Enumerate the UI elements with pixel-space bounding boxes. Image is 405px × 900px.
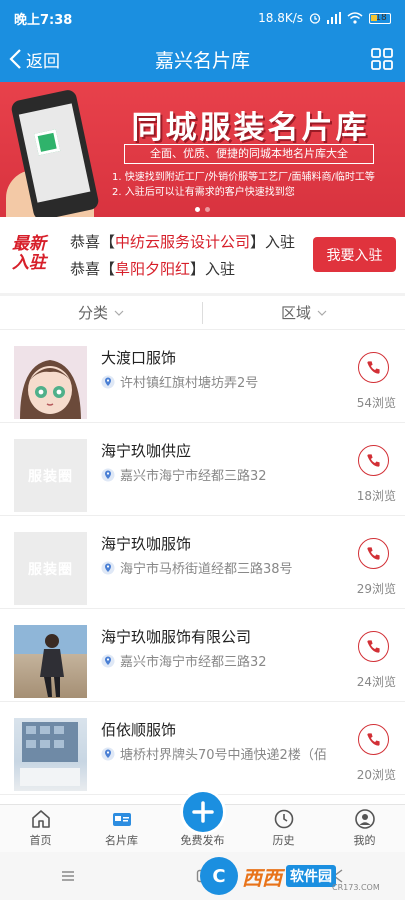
category-filter[interactable]: 分类	[0, 302, 202, 323]
watermark-logo: C 西西 软件园 CR173.COM	[200, 856, 390, 896]
carousel-dot-active	[195, 207, 200, 212]
chevron-left-icon	[9, 49, 21, 69]
call-button[interactable]	[358, 445, 389, 476]
status-indicators: 18.8K/s 18	[258, 11, 391, 25]
placeholder-logo: 服装圈	[28, 468, 73, 485]
tab-history[interactable]: 历史	[243, 805, 324, 852]
list-item[interactable]: 佰依顺服饰 塘桥村界牌头70号中通快递2楼（佰 20浏览	[0, 702, 405, 795]
battery-icon	[369, 12, 391, 24]
shop-name: 大渡口服饰	[101, 349, 177, 367]
shop-name: 佰依顺服饰	[101, 721, 177, 739]
shop-address: 许村镇红旗村塘坊弄2号	[101, 372, 346, 391]
call-button[interactable]	[358, 538, 389, 569]
tab-home[interactable]: 首页	[0, 805, 81, 852]
shop-name: 海宁玖咖服饰	[101, 535, 192, 553]
signal-icon	[327, 12, 341, 24]
banner-line-1: 1. 快速找到附近工厂/外销价服等工艺厂/面辅料商/临时工等	[112, 172, 375, 183]
tab-free-publish[interactable]: 免费发布	[162, 789, 243, 852]
watermark-url: CR173.COM	[332, 883, 380, 892]
person-photo	[40, 634, 64, 697]
location-pin-icon	[101, 654, 115, 667]
view-count: 18浏览	[356, 489, 396, 503]
publish-button[interactable]	[179, 789, 226, 835]
shop-thumbnail	[14, 718, 87, 791]
banner-title: 同城服装名片库	[131, 110, 370, 146]
view-count: 54浏览	[356, 396, 396, 410]
back-label: 返回	[26, 51, 60, 72]
watermark-badge: C	[200, 857, 238, 895]
carousel-dot	[205, 207, 210, 212]
card-icon	[112, 813, 131, 826]
location-pin-icon	[101, 375, 115, 388]
shop-thumbnail	[14, 346, 87, 419]
view-count: 29浏览	[356, 582, 396, 596]
tab-profile[interactable]: 我的	[324, 805, 405, 852]
shop-thumbnail-placeholder: 服装圈	[14, 439, 87, 512]
building-photo	[20, 722, 80, 786]
location-pin-icon	[101, 561, 115, 574]
call-button[interactable]	[358, 724, 389, 755]
list-item[interactable]: 服装圈 海宁玖咖供应 嘉兴市海宁市经都三路32 18浏览	[0, 423, 405, 516]
status-bar: 晚上7:38 18.8K/s 18	[0, 0, 405, 36]
call-button[interactable]	[358, 631, 389, 662]
news-item[interactable]: 恭喜【中纺云服务设计公司】入驻	[70, 231, 295, 252]
network-speed: 18.8K/s	[258, 11, 303, 25]
news-company: 中纺云服务设计公司	[115, 233, 251, 251]
phone-icon	[367, 733, 380, 746]
home-icon	[31, 810, 50, 828]
phone-icon	[367, 547, 380, 560]
watermark-tag: 软件园	[286, 865, 336, 887]
wifi-icon	[347, 12, 363, 24]
phone-icon	[367, 361, 380, 374]
user-icon	[354, 809, 375, 829]
shop-address: 嘉兴市海宁市经都三路32	[101, 465, 346, 484]
phone-icon	[367, 640, 380, 653]
news-item[interactable]: 恭喜【阜阳夕阳红】入驻	[70, 258, 235, 279]
filter-bar: 分类 区域	[0, 296, 405, 330]
promo-banner[interactable]: 同城服装名片库 全面、优质、便捷的同城本地名片库大全 1. 快速找到附近工厂/外…	[0, 82, 405, 217]
new-members-logo: 最新 入驻	[12, 234, 46, 273]
region-filter[interactable]: 区域	[203, 302, 405, 323]
shop-name: 海宁玖咖服饰有限公司	[101, 628, 252, 646]
shop-thumbnail-placeholder: 服装圈	[14, 532, 87, 605]
list-item[interactable]: 大渡口服饰 许村镇红旗村塘坊弄2号 54浏览	[0, 330, 405, 423]
placeholder-logo: 服装圈	[28, 561, 73, 578]
view-count: 20浏览	[356, 768, 396, 782]
shop-name: 海宁玖咖供应	[101, 442, 192, 460]
nav-bar: 返回 嘉兴名片库	[0, 36, 405, 82]
phone-icon	[367, 454, 380, 467]
alarm-icon	[309, 13, 321, 24]
join-button[interactable]: 我要入驻	[313, 237, 396, 272]
qr-code-icon	[34, 129, 61, 156]
grid-menu-icon[interactable]	[371, 48, 393, 70]
clock-icon	[274, 809, 293, 829]
banner-subtitle: 全面、优质、便捷的同城本地名片库大全	[124, 144, 374, 164]
plus-icon	[191, 801, 214, 823]
list-item[interactable]: 服装圈 海宁玖咖服饰 海宁市马桥街道经都三路38号 29浏览	[0, 516, 405, 609]
carousel-dots	[0, 207, 405, 212]
tab-card-library[interactable]: 名片库	[81, 805, 162, 852]
news-company: 阜阳夕阳红	[115, 260, 191, 278]
page-title: 嘉兴名片库	[154, 49, 250, 72]
view-count: 24浏览	[356, 675, 396, 689]
location-pin-icon	[101, 468, 115, 481]
shop-thumbnail	[14, 625, 87, 698]
back-button[interactable]: 返回	[8, 36, 60, 82]
avatar-illustration	[14, 346, 87, 419]
shop-address: 海宁市马桥街道经都三路38号	[101, 558, 346, 577]
chevron-down-icon	[317, 310, 327, 316]
chevron-down-icon	[114, 310, 124, 316]
shop-address: 塘桥村界牌头70号中通快递2楼（佰	[101, 744, 346, 763]
menu-icon[interactable]	[60, 868, 76, 884]
call-button[interactable]	[358, 352, 389, 383]
bottom-tab-bar: 首页 名片库 免费发布 历史 我的	[0, 789, 405, 852]
list-item[interactable]: 海宁玖咖服饰有限公司 嘉兴市海宁市经都三路32 24浏览	[0, 609, 405, 702]
status-time: 晚上7:38	[14, 12, 73, 28]
location-pin-icon	[101, 747, 115, 760]
watermark-brand: 西西	[242, 865, 282, 890]
banner-line-2: 2. 入驻后可以让有需求的客户快速找到您	[112, 187, 295, 198]
shop-address: 嘉兴市海宁市经都三路32	[101, 651, 346, 670]
